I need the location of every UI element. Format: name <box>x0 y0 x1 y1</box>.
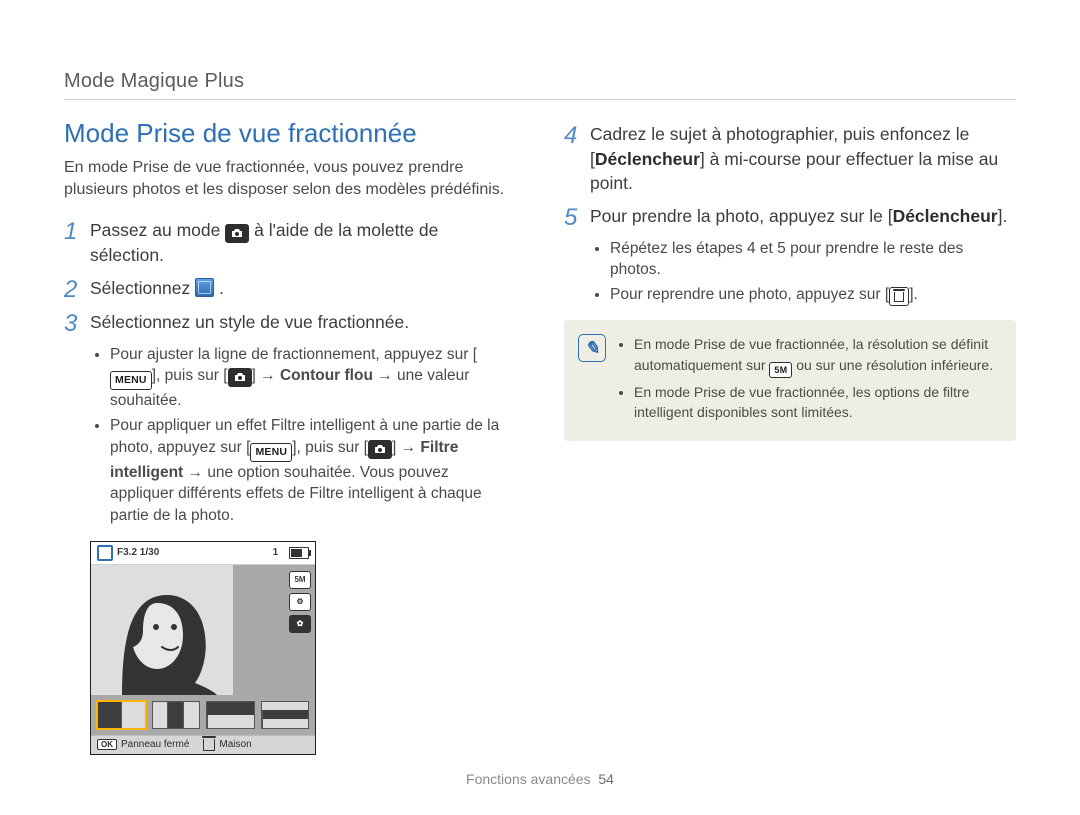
note-item: En mode Prise de vue fractionnée, la rés… <box>634 334 1000 378</box>
layout-thumb <box>152 701 201 729</box>
ok-label: Panneau fermé <box>121 739 189 750</box>
camera-icon <box>368 440 392 459</box>
battery-icon <box>289 547 309 559</box>
trash-button-icon <box>889 287 909 306</box>
camera-icon <box>228 368 252 387</box>
bullet-text: ] → <box>252 367 280 384</box>
bullet-item: Pour appliquer un effet Filtre intellige… <box>110 415 516 527</box>
step-5: 5 Pour prendre la photo, appuyez sur le … <box>564 204 1016 230</box>
split-shot-mode-icon <box>195 278 214 297</box>
step-text: Passez au mode <box>90 220 225 240</box>
bullet-text: ], puis sur [ <box>152 367 228 384</box>
mode-dial-icon <box>225 224 249 243</box>
note-item: En mode Prise de vue fractionnée, les op… <box>634 382 1000 423</box>
step-text: Pour prendre la photo, appuyez sur le [ <box>590 206 893 226</box>
exposure-label: F3.2 1/30 <box>117 547 159 558</box>
bullet-item: Répétez les étapes 4 et 5 pour prendre l… <box>610 238 1016 281</box>
bullet-item: Pour reprendre une photo, appuyez sur []… <box>610 284 1016 307</box>
shots-label: 1 <box>273 547 279 558</box>
note-icon: ✎ <box>578 334 606 362</box>
step-text: . <box>219 278 224 298</box>
step-4: 4 Cadrez le sujet à photographier, puis … <box>564 122 1016 196</box>
trash-label: Maison <box>219 739 251 750</box>
layout-thumb <box>261 701 310 729</box>
step-number: 5 <box>564 206 590 230</box>
step-strong: Déclencheur <box>893 206 998 226</box>
footer-section: Fonctions avancées <box>466 771 591 787</box>
bullet-text: Pour ajuster la ligne de fractionnement,… <box>110 346 477 363</box>
step-number: 4 <box>564 124 590 148</box>
step-number: 1 <box>64 220 90 244</box>
lcd-topbar: F3.2 1/30 1 <box>91 542 315 565</box>
left-column: Mode Prise de vue fractionnée En mode Pr… <box>64 118 516 755</box>
note-text: ou sur une résolution inférieure. <box>792 357 993 373</box>
divider <box>64 99 1016 100</box>
note-box: ✎ En mode Prise de vue fractionnée, la r… <box>564 320 1016 440</box>
step-2: 2 Sélectionnez . <box>64 276 516 302</box>
bullet-text: ], puis sur [ <box>292 439 368 456</box>
right-column: 4 Cadrez le sujet à photographier, puis … <box>564 118 1016 755</box>
resolution-badge: 5M <box>289 571 311 589</box>
ok-key-icon: OK <box>97 739 117 750</box>
step-number: 2 <box>64 278 90 302</box>
breadcrumb: Mode Magique Plus <box>64 70 1016 93</box>
face-illustration <box>102 565 222 695</box>
resolution-badge: 5M <box>769 362 792 378</box>
mode-indicator-icon <box>97 545 113 561</box>
page-footer: Fonctions avancées 54 <box>0 771 1080 787</box>
step-number: 3 <box>64 312 90 336</box>
bullet-text: Pour reprendre une photo, appuyez sur [ <box>610 286 889 303</box>
layout-strip <box>91 695 315 735</box>
setting-badge: ✿ <box>289 615 311 633</box>
step-text: ]. <box>998 206 1008 226</box>
step-text: Sélectionnez un style de vue fractionnée… <box>90 310 516 335</box>
menu-button-icon: MENU <box>110 371 152 390</box>
section-title: Mode Prise de vue fractionnée <box>64 118 516 149</box>
lcd-scene: 5M ⚙ ✿ <box>91 565 315 695</box>
bullet-text: ]. <box>909 286 918 303</box>
step-1: 1 Passez au mode à l'aide de la molette … <box>64 218 516 268</box>
step-3: 3 Sélectionnez un style de vue fractionn… <box>64 310 516 336</box>
trash-icon <box>203 739 215 751</box>
layout-thumb <box>206 701 255 729</box>
layout-thumb <box>97 701 146 729</box>
menu-button-icon: MENU <box>250 443 292 462</box>
step-text: Sélectionnez <box>90 278 195 298</box>
lcd-preview: F3.2 1/30 1 5M ⚙ <box>90 541 316 755</box>
lcd-botbar: OK Panneau fermé Maison <box>91 735 315 754</box>
bullet-strong: Contour flou <box>280 367 373 384</box>
setting-badge: ⚙ <box>289 593 311 611</box>
bullet-item: Pour ajuster la ligne de fractionnement,… <box>110 344 516 412</box>
lcd-scene-left <box>91 565 233 695</box>
bullet-text: ] → <box>392 439 420 456</box>
step-strong: Déclencheur <box>595 149 700 169</box>
section-intro: En mode Prise de vue fractionnée, vous p… <box>64 157 516 200</box>
footer-page: 54 <box>598 771 614 787</box>
